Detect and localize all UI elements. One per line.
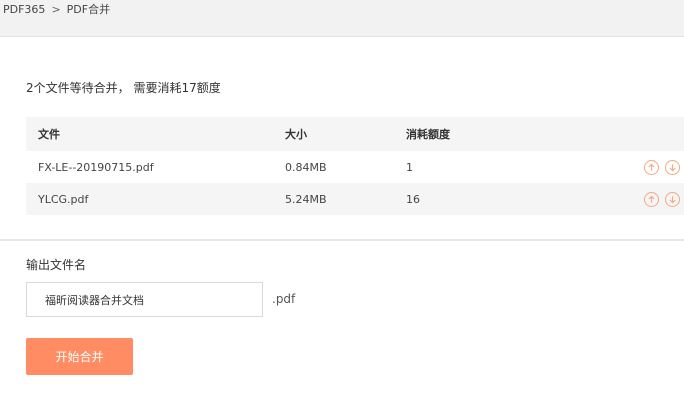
arrow-up-circle-icon[interactable]: [644, 191, 659, 207]
section-divider: [0, 239, 684, 241]
output-extension: .pdf: [272, 292, 296, 306]
file-size: 5.24MB: [285, 192, 327, 206]
breadcrumb-current: PDF合并: [66, 3, 111, 16]
file-name: FX-LE--20190715.pdf: [38, 160, 154, 174]
arrow-down-circle-icon[interactable]: [665, 159, 680, 175]
row-actions: [644, 151, 680, 183]
table-row: FX-LE--20190715.pdf 0.84MB 1: [26, 151, 684, 183]
row-actions: [644, 183, 680, 215]
breadcrumb-root[interactable]: PDF365: [3, 3, 45, 16]
arrow-up-circle-icon[interactable]: [644, 159, 659, 175]
start-merge-button[interactable]: 开始合并: [26, 338, 133, 375]
merge-panel: 2个文件等待合并， 需要消耗17额度 文件 大小 消耗额度 FX-LE--201…: [0, 36, 684, 419]
file-name: YLCG.pdf: [38, 192, 89, 206]
file-table: 文件 大小 消耗额度 FX-LE--20190715.pdf 0.84MB 1 …: [26, 117, 684, 215]
header-size: 大小: [285, 128, 307, 141]
file-cost: 16: [406, 192, 420, 206]
header-name: 文件: [38, 128, 60, 141]
output-filename-label: 输出文件名: [26, 258, 87, 272]
merge-summary: 2个文件等待合并， 需要消耗17额度: [26, 81, 221, 95]
file-size: 0.84MB: [285, 160, 327, 174]
arrow-down-circle-icon[interactable]: [665, 191, 680, 207]
breadcrumb-separator: >: [51, 3, 61, 16]
breadcrumb: PDF365 > PDF合并: [0, 0, 684, 36]
header-cost: 消耗额度: [406, 128, 450, 141]
file-cost: 1: [406, 160, 413, 174]
table-header: 文件 大小 消耗额度: [26, 117, 684, 151]
table-row: YLCG.pdf 5.24MB 16: [26, 183, 684, 215]
output-filename-input[interactable]: [26, 282, 263, 317]
